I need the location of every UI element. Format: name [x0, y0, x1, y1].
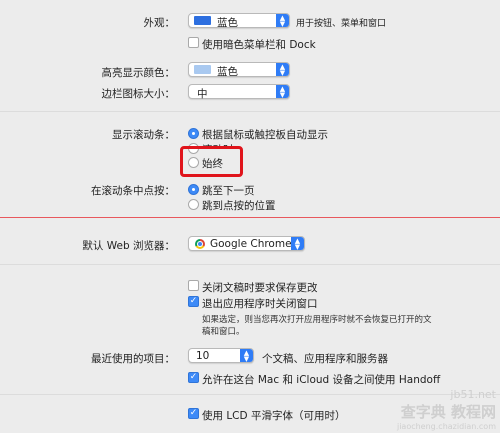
light-blue-swatch	[194, 65, 211, 74]
popup-arrows-icon: ▲ ▼	[276, 85, 289, 98]
lcd-smoothing-label: 使用 LCD 平滑字体（可用时）	[202, 410, 346, 422]
ask-save-label: 关闭文稿时要求保存更改	[202, 282, 318, 294]
popup-arrows-icon: ▲ ▼	[240, 349, 253, 362]
watermark-site: jb51.net	[450, 388, 496, 401]
default-browser-label: 默认 Web 浏览器：	[82, 240, 175, 252]
close-windows-description-2: 稿和窗口。	[202, 327, 245, 337]
default-browser-popup[interactable]: Google Chrome ▲ ▼	[188, 236, 305, 251]
jump-to-spot-label: 跳到点按的位置	[202, 200, 276, 212]
appearance-label: 外观：	[143, 17, 176, 29]
recent-items-popup[interactable]: 10 ▲ ▼	[188, 348, 254, 363]
scrollbars-auto-label: 根据鼠标或触控板自动显示	[202, 129, 328, 141]
default-browser-value: Google Chrome	[210, 238, 292, 250]
scroll-click-label: 在滚动条中点按：	[91, 185, 175, 197]
sidebar-icon-size-value: 中	[197, 88, 208, 100]
watermark: jb51.net 查字典 教程网 jiaocheng.chazidian.com	[397, 388, 496, 431]
highlight-color-label: 高亮显示颜色：	[101, 67, 176, 79]
handoff-label: 允许在这台 Mac 和 iCloud 设备之间使用 Handoff	[202, 374, 441, 386]
red-highlight-box	[180, 146, 243, 177]
popup-arrows-icon: ▲ ▼	[276, 14, 289, 27]
dark-menu-label: 使用暗色菜单栏和 Dock	[202, 39, 316, 51]
dark-menu-checkbox[interactable]	[188, 37, 199, 48]
appearance-note: 用于按钮、菜单和窗口	[296, 19, 387, 29]
highlight-color-value: 蓝色	[217, 66, 238, 78]
jump-next-page-radio[interactable]	[188, 184, 199, 195]
divider	[0, 264, 500, 265]
scrollbars-auto-radio[interactable]	[188, 128, 199, 139]
handoff-checkbox[interactable]: ✓	[188, 372, 199, 383]
divider	[0, 111, 500, 112]
appearance-popup[interactable]: 蓝色 ▲ ▼	[188, 13, 290, 29]
close-windows-description: 如果选定，则当您再次打开应用程序时就不会恢复已打开的文	[202, 315, 432, 325]
jump-next-page-label: 跳至下一页	[202, 185, 255, 197]
blue-swatch	[194, 16, 211, 25]
highlight-color-popup[interactable]: 蓝色 ▲ ▼	[188, 62, 290, 78]
close-windows-checkbox[interactable]: ✓	[188, 296, 199, 307]
recent-items-label: 最近使用的项目：	[91, 353, 175, 365]
watermark-url: jiaocheng.chazidian.com	[396, 422, 496, 431]
close-windows-label: 退出应用程序时关闭窗口	[202, 298, 318, 310]
sidebar-icon-size-popup[interactable]: 中 ▲ ▼	[188, 84, 290, 100]
sidebar-icon-size-label: 边栏图标大小：	[101, 88, 176, 100]
lcd-smoothing-checkbox[interactable]: ✓	[188, 408, 199, 419]
chrome-icon	[195, 239, 205, 249]
watermark-title: 查字典 教程网	[400, 403, 496, 421]
jump-to-spot-radio[interactable]	[188, 199, 199, 210]
popup-arrows-icon: ▲ ▼	[276, 63, 289, 76]
appearance-value: 蓝色	[217, 17, 238, 29]
recent-items-value: 10	[196, 350, 210, 362]
red-divider	[0, 217, 500, 218]
popup-arrows-icon: ▲ ▼	[291, 237, 304, 250]
ask-save-checkbox[interactable]	[188, 280, 199, 291]
scrollbars-label: 显示滚动条：	[112, 129, 175, 141]
recent-items-suffix: 个文稿、应用程序和服务器	[262, 353, 388, 365]
